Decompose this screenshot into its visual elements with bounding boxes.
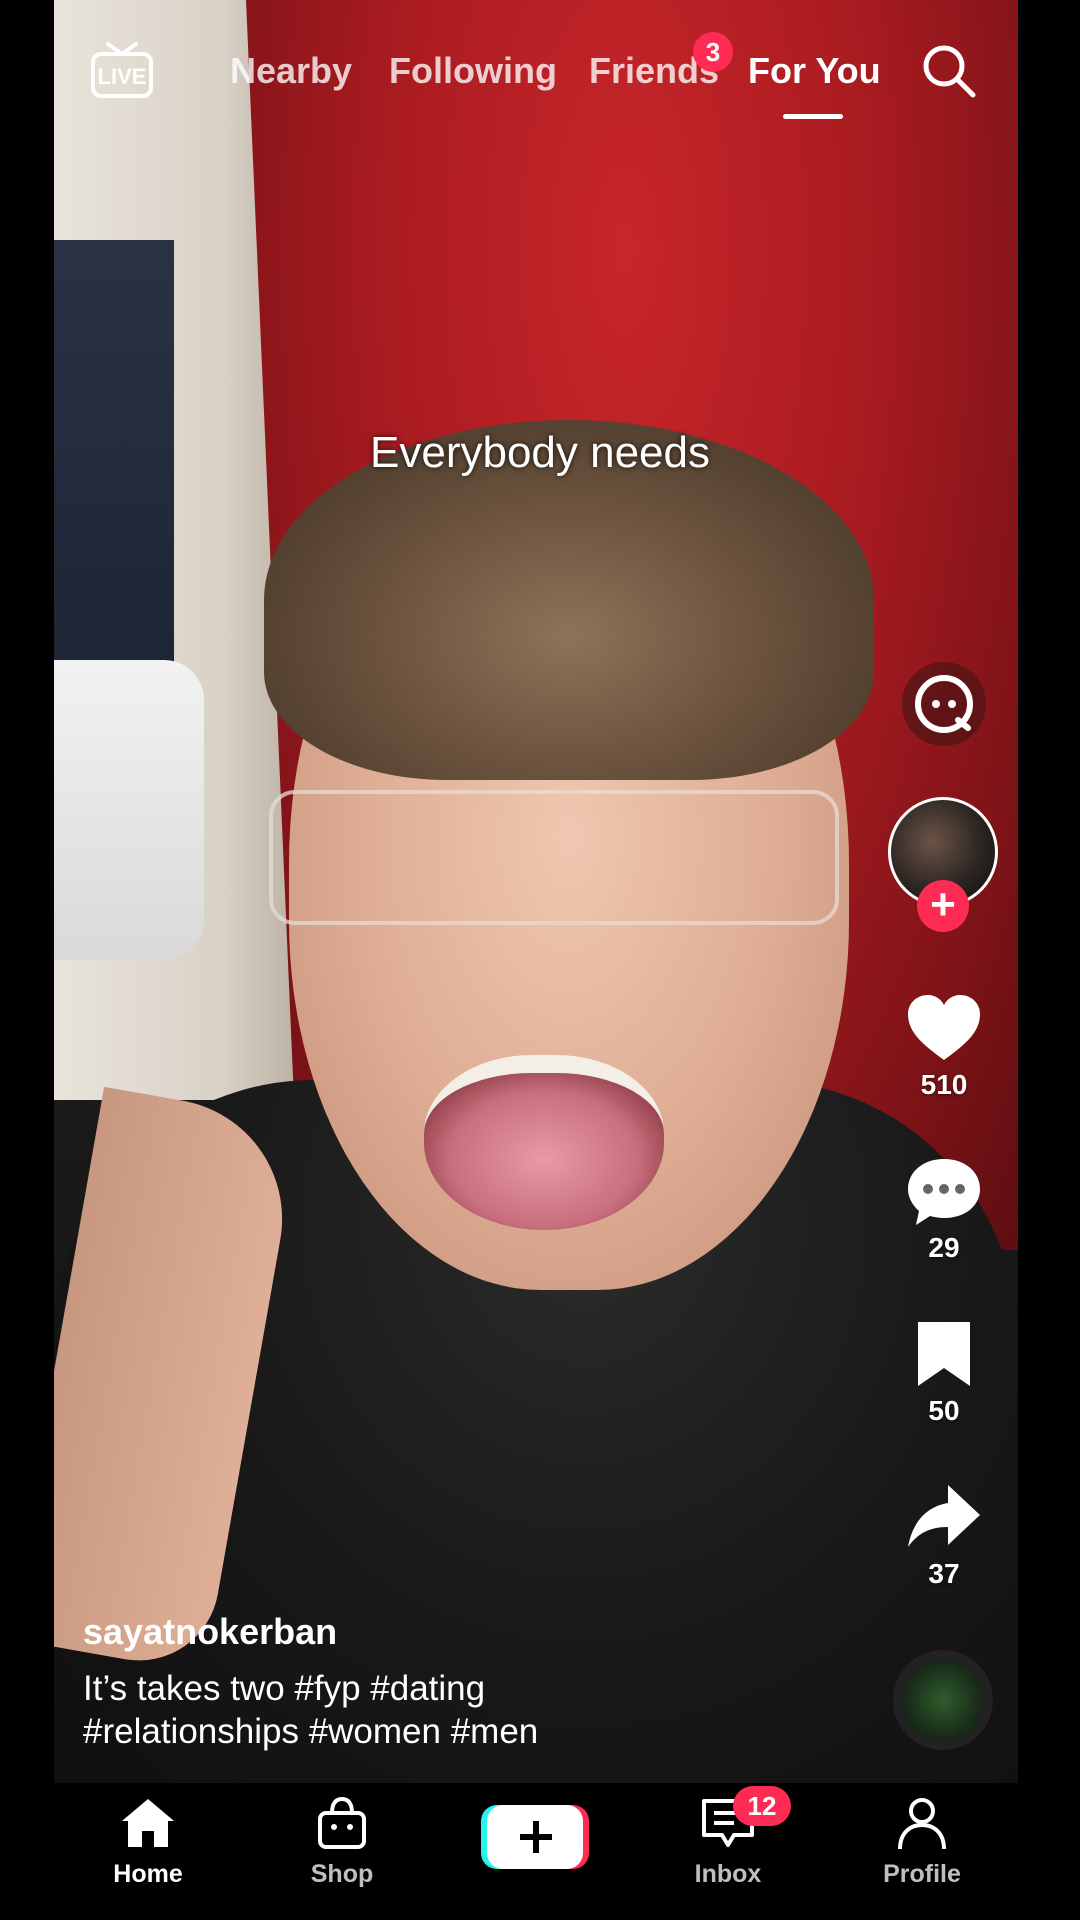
search-icon [923,45,976,98]
bookmark-button[interactable]: 50 [896,1318,992,1427]
like-count: 510 [920,1069,968,1100]
music-disc[interactable] [893,1650,993,1750]
top-navigation: LIVE Nearby Following Friends 3 For You [0,0,1080,140]
share-button[interactable]: 37 [896,1481,992,1590]
active-tab-indicator [783,114,843,119]
search-button[interactable] [920,42,978,100]
inbox-badge: 12 [733,1786,791,1826]
nav-shop[interactable]: Shop [282,1795,402,1889]
share-count: 37 [928,1558,960,1589]
nav-home-label: Home [113,1860,183,1888]
nav-home[interactable]: Home [88,1795,208,1889]
friends-badge: 3 [693,32,733,72]
heart-icon [908,995,980,1060]
video-background-pillow [54,660,204,960]
video-subject-glasses [269,790,839,925]
tab-for-you[interactable]: For You [748,50,881,92]
nav-profile-label: Profile [883,1860,961,1888]
post-description[interactable]: It’s takes two #fyp #dating #relationshi… [83,1667,843,1753]
comment-bubble-icon [908,1159,980,1225]
creator-username[interactable]: sayatnokerban [83,1611,337,1653]
video-caption: Everybody needs [370,428,710,477]
ai-assistant-button[interactable] [896,660,992,755]
bookmark-count: 50 [928,1395,960,1426]
description-line-1: It’s takes two #fyp #dating [83,1669,486,1708]
nav-inbox-label: Inbox [694,1860,762,1888]
nav-shop-label: Shop [310,1860,374,1888]
shopping-bag-icon [318,1796,366,1849]
live-tv-icon: LIVE [91,42,153,98]
share-arrow-icon [908,1485,980,1547]
home-icon [122,1799,174,1847]
create-button[interactable] [481,1803,589,1871]
video-player[interactable] [54,0,1018,1783]
ai-search-icon [902,662,986,746]
follow-button[interactable]: + [917,880,969,932]
tab-nearby[interactable]: Nearby [230,50,352,92]
live-label: LIVE [98,64,147,89]
description-line-2: #relationships #women #men [83,1712,539,1751]
live-button[interactable]: LIVE [90,40,154,100]
bookmark-icon [918,1322,970,1386]
video-subject-mouth [424,1055,664,1230]
bottom-navigation: Home Shop Inbox 12 Profile [0,1783,1080,1920]
video-background-dark-area [54,240,174,720]
comment-button[interactable]: 29 [896,1155,992,1264]
nav-profile[interactable]: Profile [862,1795,982,1889]
like-button[interactable]: 510 [896,992,992,1101]
tab-following[interactable]: Following [389,50,557,92]
create-plus-icon [481,1805,589,1869]
profile-person-icon [898,1798,946,1850]
comment-count: 29 [928,1232,960,1263]
